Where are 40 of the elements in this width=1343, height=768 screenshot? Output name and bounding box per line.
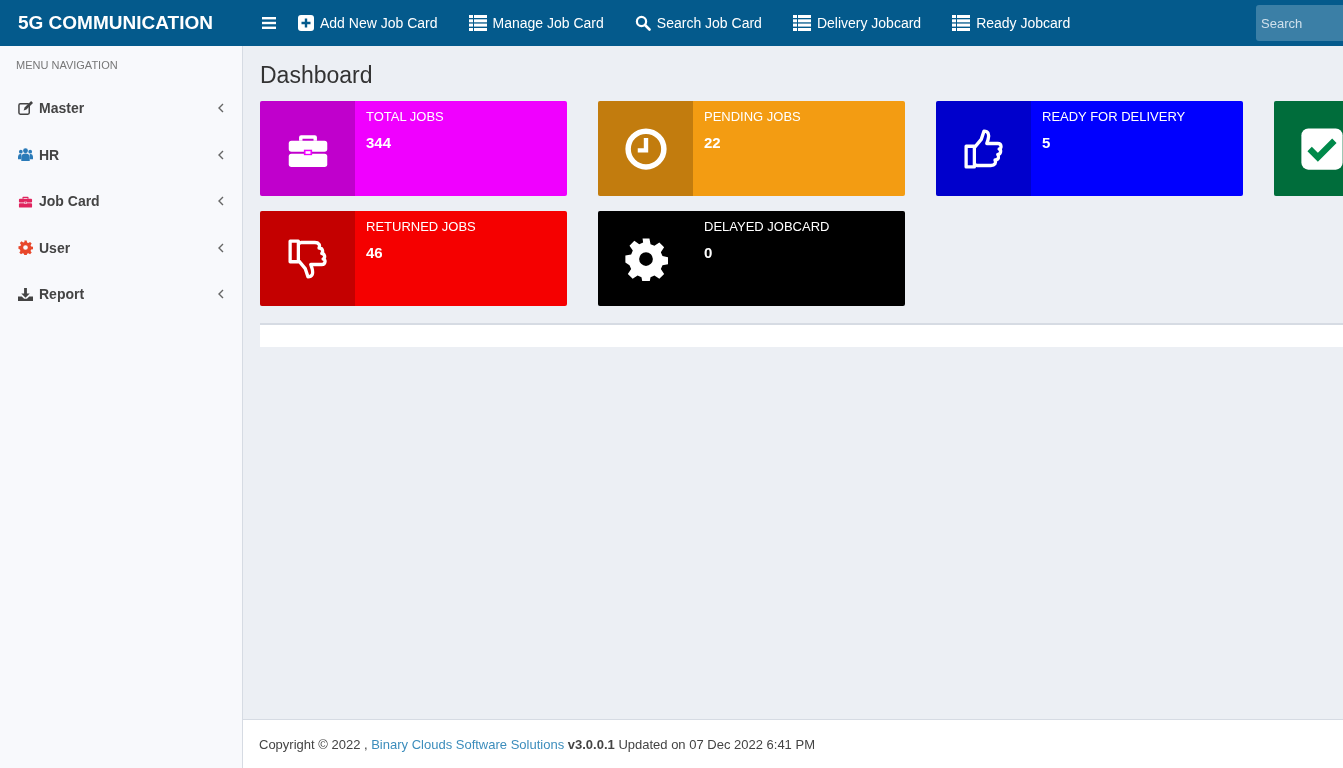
sidebar-item[interactable]: Master	[0, 85, 242, 132]
copyright-text: Copyright © 2022 , Binary Clouds Software Solutions v3.0.0.1 Updated on 07 Dec 2022 6:41 PM	[259, 736, 815, 752]
card-value: 344	[366, 134, 392, 151]
chevron-left-icon	[218, 103, 224, 114]
app-brand: 5G COMMUNICATION	[17, 12, 214, 34]
clock-icon	[623, 126, 668, 171]
sidebar-item[interactable]: Report	[0, 271, 242, 318]
nav-link[interactable]: Manage Job Card	[468, 15, 604, 31]
thumbs-down-icon	[285, 236, 330, 281]
card-label: PENDING JOBS	[704, 109, 801, 124]
nav-link[interactable]: Add New Job Card	[298, 15, 438, 31]
card-value: 0	[704, 244, 713, 261]
card-value: 22	[704, 134, 721, 151]
chevron-left-icon	[218, 289, 224, 300]
sidebar-item[interactable]: HR	[0, 131, 242, 178]
search-field[interactable]: Search	[1256, 5, 1343, 41]
chevron-left-icon	[218, 149, 224, 160]
gear-icon	[623, 236, 668, 281]
card-label: RETURNED JOBS	[366, 219, 476, 234]
nav-link[interactable]: Search Job Card	[634, 15, 762, 31]
list-icon	[792, 15, 811, 31]
page-title: Dashboard	[260, 62, 374, 89]
list-icon	[468, 15, 487, 31]
card-label: TOTAL JOBS	[366, 109, 444, 124]
nav-link[interactable]: Delivery Jobcard	[792, 15, 922, 31]
card-label: READY FOR DELIVERY	[1042, 109, 1186, 124]
card-value: 46	[366, 244, 383, 261]
chevron-left-icon	[218, 242, 224, 253]
menu-heading: MENU NAVIGATION	[15, 58, 119, 73]
card-value: 5	[1042, 134, 1051, 151]
nav-link[interactable]: Ready Jobcard	[952, 15, 1071, 31]
menu-icon	[262, 17, 276, 29]
sidebar-item[interactable]: Job Card	[0, 178, 242, 225]
plus-square-icon	[298, 15, 314, 31]
search-icon	[634, 15, 651, 31]
chevron-left-icon	[218, 196, 224, 207]
list-icon	[952, 15, 971, 31]
sidebar-item[interactable]: User	[0, 224, 242, 271]
company-link[interactable]: Binary Clouds Software Solutions	[371, 736, 565, 752]
card-label: DELAYED JOBCARD	[704, 219, 830, 234]
